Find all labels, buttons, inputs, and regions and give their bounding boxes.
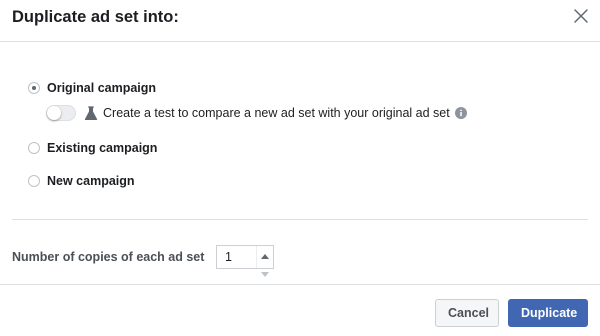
option-original-campaign[interactable]: Original campaign	[28, 81, 156, 95]
increment-button[interactable]	[257, 246, 273, 264]
stepper-buttons	[256, 246, 273, 277]
copies-label: Number of copies of each ad set	[12, 250, 205, 264]
option-new-campaign[interactable]: New campaign	[28, 174, 135, 188]
chevron-down-icon	[261, 264, 269, 282]
duplicate-ad-set-dialog: Duplicate ad set into: Original campaign	[0, 0, 600, 336]
flask-icon	[84, 105, 98, 121]
decrement-button[interactable]	[257, 264, 273, 282]
section-divider	[12, 219, 588, 220]
info-icon[interactable]	[454, 107, 467, 119]
option-label: Original campaign	[47, 81, 157, 95]
toggle-knob	[47, 106, 61, 120]
option-existing-campaign[interactable]: Existing campaign	[28, 141, 157, 155]
option-label: New campaign	[47, 174, 135, 188]
duplicate-button[interactable]: Duplicate	[508, 299, 588, 327]
copies-stepper[interactable]	[216, 245, 274, 277]
dialog-title: Duplicate ad set into:	[12, 8, 179, 26]
dialog-header: Duplicate ad set into:	[0, 0, 600, 42]
radio-existing-campaign[interactable]	[28, 142, 40, 154]
close-icon	[570, 5, 592, 27]
option-label: Existing campaign	[47, 141, 158, 155]
test-toggle-text: Create a test to compare a new ad set wi…	[103, 106, 450, 120]
chevron-up-icon	[261, 246, 269, 264]
close-button[interactable]	[570, 5, 592, 27]
radio-original-campaign[interactable]	[28, 82, 40, 94]
dialog-footer: Cancel Duplicate	[0, 284, 600, 336]
test-toggle-row: Create a test to compare a new ad set wi…	[46, 105, 467, 121]
copies-input[interactable]	[217, 246, 256, 268]
cancel-button[interactable]: Cancel	[435, 299, 499, 327]
radio-new-campaign[interactable]	[28, 175, 40, 187]
test-toggle[interactable]	[46, 105, 76, 121]
